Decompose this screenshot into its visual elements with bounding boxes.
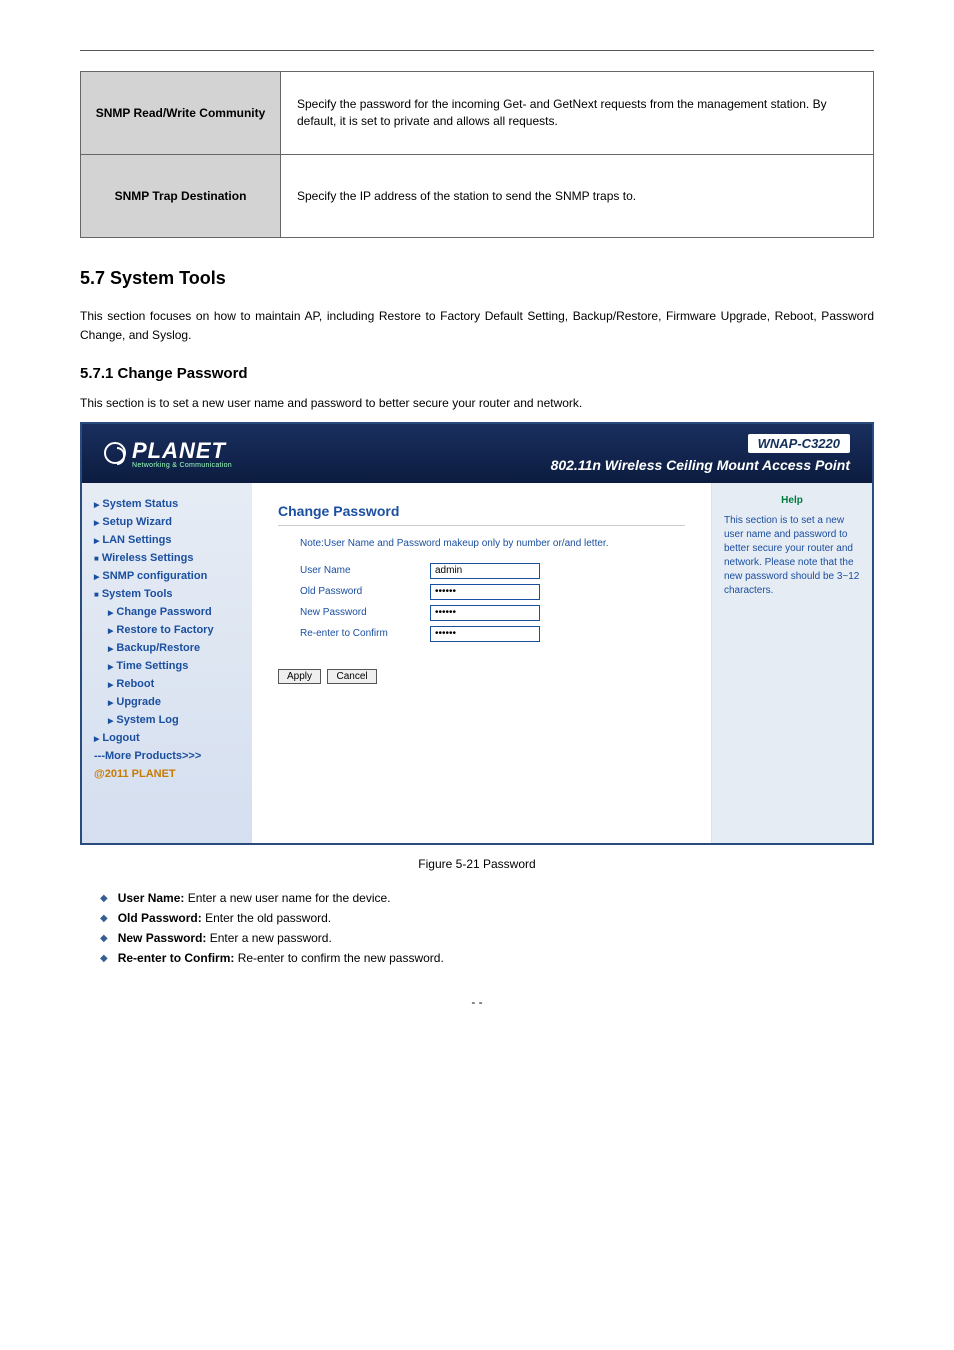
section-heading: 5.7 System Tools <box>80 268 874 289</box>
brand-block: PLANET Networking & Communication <box>104 438 232 469</box>
oldpw-label: Old Password <box>300 586 430 597</box>
help-panel: Help This section is to set a new user n… <box>712 483 872 843</box>
sidebar-item[interactable]: @2011 PLANET <box>94 765 252 783</box>
row2-val: Specify the IP address of the station to… <box>281 155 874 238</box>
planet-logo-icon <box>104 442 126 464</box>
main-panel: Change Password Note:User Name and Passw… <box>252 483 712 843</box>
sidebar-item[interactable]: System Log <box>94 711 252 729</box>
sidebar-item[interactable]: Reboot <box>94 675 252 693</box>
ss-header: PLANET Networking & Communication WNAP-C… <box>82 424 872 483</box>
cancel-button[interactable]: Cancel <box>327 669 376 684</box>
brand-sub: Networking & Communication <box>132 462 232 469</box>
panel-note: Note:User Name and Password makeup only … <box>300 538 685 549</box>
model-badge: WNAP-C3220 <box>748 434 850 453</box>
help-title: Help <box>724 495 860 506</box>
row2-key: SNMP Trap Destination <box>81 155 281 238</box>
device-title: 802.11n Wireless Ceiling Mount Access Po… <box>551 457 850 473</box>
username-input[interactable] <box>430 563 540 579</box>
sidebar-item[interactable]: Change Password <box>94 603 252 621</box>
list-item: User Name: Enter a new user name for the… <box>100 891 874 905</box>
field-bullet-list: User Name: Enter a new user name for the… <box>80 891 874 965</box>
help-body: This section is to set a new user name a… <box>724 514 860 598</box>
list-item: Old Password: Enter the old password. <box>100 911 874 925</box>
sidebar-item[interactable]: LAN Settings <box>94 531 252 549</box>
figure-caption: Figure 5-21 Password <box>80 857 874 871</box>
subsection-intro: This section is to set a new user name a… <box>80 394 874 413</box>
sidebar-item[interactable]: System Tools <box>94 585 252 603</box>
row1-key: SNMP Read/Write Community <box>81 72 281 155</box>
list-item: Re-enter to Confirm: Re-enter to confirm… <box>100 951 874 965</box>
subsection-heading: 5.7.1 Change Password <box>80 365 874 382</box>
param-table: SNMP Read/Write Community Specify the pa… <box>80 71 874 238</box>
newpw-input[interactable] <box>430 605 540 621</box>
sidebar: System StatusSetup WizardLAN SettingsWir… <box>82 483 252 843</box>
sidebar-item[interactable]: Time Settings <box>94 657 252 675</box>
sidebar-item[interactable]: System Status <box>94 495 252 513</box>
rule <box>80 50 874 51</box>
sidebar-item[interactable]: Logout <box>94 729 252 747</box>
sidebar-item[interactable]: ---More Products>>> <box>94 747 252 765</box>
list-item: New Password: Enter a new password. <box>100 931 874 945</box>
reenter-input[interactable] <box>430 626 540 642</box>
sidebar-item[interactable]: Restore to Factory <box>94 621 252 639</box>
embedded-screenshot: PLANET Networking & Communication WNAP-C… <box>80 422 874 845</box>
sidebar-item[interactable]: SNMP configuration <box>94 567 252 585</box>
panel-title: Change Password <box>278 503 685 526</box>
sidebar-item[interactable]: Backup/Restore <box>94 639 252 657</box>
sidebar-item[interactable]: Wireless Settings <box>94 549 252 567</box>
username-label: User Name <box>300 565 430 576</box>
page-number: - - <box>80 995 874 1009</box>
row1-val: Specify the password for the incoming Ge… <box>281 72 874 155</box>
section-intro: This section focuses on how to maintain … <box>80 307 874 345</box>
sidebar-item[interactable]: Upgrade <box>94 693 252 711</box>
newpw-label: New Password <box>300 607 430 618</box>
reenter-label: Re-enter to Confirm <box>300 628 430 639</box>
sidebar-item[interactable]: Setup Wizard <box>94 513 252 531</box>
apply-button[interactable]: Apply <box>278 669 321 684</box>
oldpw-input[interactable] <box>430 584 540 600</box>
brand-text: PLANET <box>132 438 232 464</box>
